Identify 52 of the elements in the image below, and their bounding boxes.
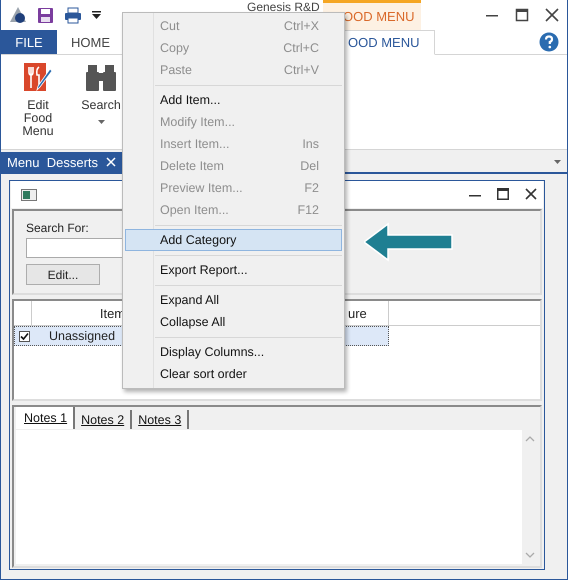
ribbon-tab[interactable]: HOME: [57, 30, 124, 54]
notes-tab[interactable]: Notes 1: [16, 407, 76, 429]
print-icon: [64, 6, 82, 24]
menu-item-label: Add Item...: [160, 93, 220, 107]
menu-item-label: Modify Item...: [160, 115, 236, 129]
menu-item-label: Paste: [160, 63, 192, 77]
scrollbar[interactable]: [522, 430, 538, 564]
shortcut-label: F12: [297, 203, 319, 217]
grid-cell-text: Unassigned: [48, 328, 116, 345]
menu-item[interactable]: Clear sort order: [125, 363, 342, 385]
window-title: Genesis R&D: [247, 1, 320, 14]
shortcut-label: Ins: [302, 137, 319, 151]
shortcut-label: Del: [300, 159, 319, 173]
menu-edit-icon: [22, 61, 54, 93]
scroll-down-icon: [525, 552, 535, 558]
edit-menu-button[interactable]: Edit Food Menu: [5, 55, 71, 149]
menu-item-label: Add Category: [160, 233, 236, 247]
arrow-icon: [364, 222, 454, 262]
menu-item-label: Preview Item...: [160, 181, 243, 195]
save-icon: [37, 6, 54, 24]
search-label: Search For:: [26, 221, 89, 235]
edit-button[interactable]: Edit...: [26, 264, 100, 285]
menu-item-label: Open Item...: [160, 203, 229, 217]
menu-item[interactable]: Display Columns...: [125, 341, 342, 363]
shortcut-label: F2: [304, 181, 319, 195]
shortcut-label: Ctrl+X: [284, 19, 319, 33]
shortcut-label: Ctrl+C: [283, 41, 319, 55]
document-tab[interactable]: Menu Desserts: [1, 152, 124, 172]
menu-item-label: Copy: [160, 41, 190, 55]
menu-item-label: Export Report...: [160, 263, 248, 277]
help-icon[interactable]: [539, 32, 559, 52]
shortcut-label: Ctrl+V: [284, 63, 319, 77]
close-icon: [106, 157, 116, 167]
search-button[interactable]: Search: [75, 55, 127, 149]
menu-item-label: Delete Item: [160, 159, 224, 173]
dropdown-icon: [92, 11, 101, 19]
maximize-icon[interactable]: [497, 187, 509, 201]
close-icon[interactable]: [525, 187, 537, 201]
menu-item-label: Display Columns...: [160, 345, 264, 359]
checkbox[interactable]: [18, 330, 30, 342]
search-field[interactable]: [26, 238, 124, 258]
menu-item-label: Insert Item...: [160, 137, 230, 151]
menu-item[interactable]: Add Category: [125, 229, 342, 251]
menu-item-label: Clear sort order: [160, 367, 247, 381]
menu-item[interactable]: Add Item...: [125, 89, 342, 111]
dropdown-icon: [554, 160, 561, 164]
app-logo-icon: [9, 6, 27, 24]
file-tab[interactable]: FILE: [1, 30, 57, 54]
scroll-up-icon: [525, 436, 535, 442]
menu-item-label: Cut: [160, 19, 180, 33]
window-icon: [21, 188, 37, 202]
menu-item[interactable]: Export Report...: [125, 259, 342, 281]
